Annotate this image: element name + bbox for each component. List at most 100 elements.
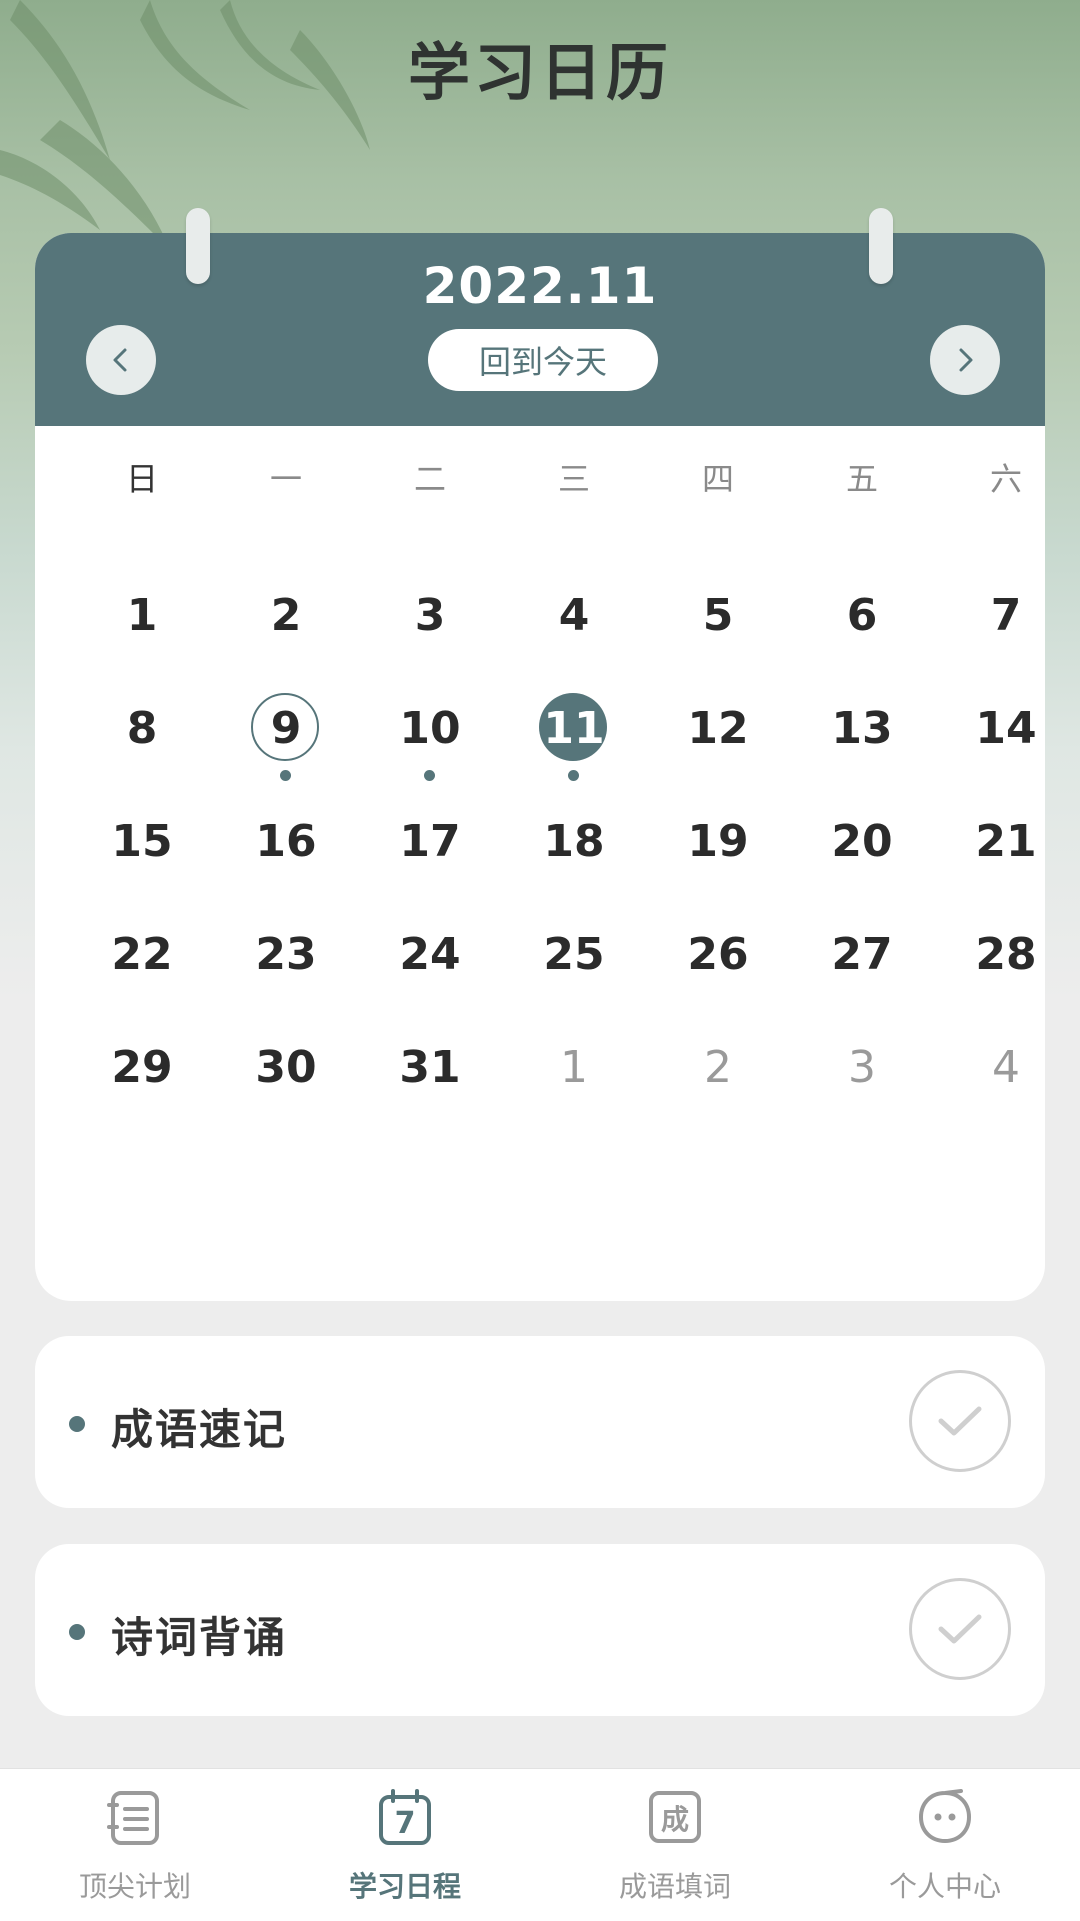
day-number: 17 [399,815,461,867]
task-item[interactable]: 诗词背诵 [35,1544,1045,1716]
day-number: 16 [255,815,317,867]
day-number: 8 [126,702,158,754]
idiom-glyph: 成 [661,1803,689,1836]
task-complete-button[interactable] [909,1578,1011,1680]
calendar-day-outside-month[interactable]: 1 [502,1027,646,1107]
day-number: 21 [975,815,1037,867]
tab-label: 顶尖计划 [78,1870,191,1903]
chevron-left-icon [113,348,127,372]
calendar-day[interactable]: 21 [934,801,1045,881]
bullet-dot [69,1416,85,1432]
calendar-day[interactable]: 26 [646,914,790,994]
calendar-7-icon: 7 [379,1789,431,1845]
day-number: 27 [831,928,893,980]
tab-profile[interactable]: 个人中心 [810,1769,1080,1921]
profile-face-icon [918,1789,972,1844]
calendar-day[interactable]: 29 [70,1027,214,1107]
weekday-label: 四 [701,460,734,498]
day-number: 20 [831,815,893,867]
day-number: 15 [111,815,173,867]
day-number: 10 [399,702,461,754]
calendar-day[interactable]: 3 [358,575,502,655]
calendar-day-outside-month[interactable]: 3 [790,1027,934,1107]
study-record-dot [280,770,291,781]
task-complete-button[interactable] [909,1370,1011,1472]
next-month-button[interactable] [930,325,1000,395]
calendar-day[interactable]: 13 [790,688,934,768]
day-number: 1 [126,589,158,641]
calendar-day-outside-month[interactable]: 2 [646,1027,790,1107]
calendar-card: 2022.11 回到今天 日一二三四五六 1 2 3 4 5 6 7 8 9 10 11 12 13 14… [35,233,1045,1301]
calendar-day-outside-month[interactable]: 4 [934,1027,1045,1107]
day-number: 6 [846,589,878,641]
prev-month-button[interactable] [86,325,156,395]
day-number: 7 [990,589,1022,641]
calendar-day[interactable]: 25 [502,914,646,994]
idiom-cheng-icon: 成 [649,1791,701,1843]
calendar-day[interactable]: 16 [214,801,358,881]
tab-label: 成语填词 [618,1870,731,1903]
weekday-label: 二 [413,460,446,498]
page-title: 学习日历 [407,36,672,109]
calendar-day[interactable]: 18 [502,801,646,881]
day-number: 29 [111,1041,173,1093]
calendar-day[interactable]: 15 [70,801,214,881]
calendar-day[interactable]: 24 [358,914,502,994]
calendar-day[interactable]: 11 [502,688,646,781]
calendar-day[interactable]: 27 [790,914,934,994]
tab-idiom-fill[interactable]: 成 成语填词 [540,1769,810,1921]
day-number: 5 [702,589,734,641]
calendar-day[interactable]: 2 [214,575,358,655]
calendar-day[interactable]: 9 [214,688,358,781]
calendar-day[interactable]: 4 [502,575,646,655]
weekday-label: 三 [557,460,590,498]
calendar-day[interactable]: 30 [214,1027,358,1107]
day-number: 22 [111,928,173,980]
day-number: 31 [399,1041,461,1093]
calendar-day[interactable]: 31 [358,1027,502,1107]
calendar-day[interactable]: 19 [646,801,790,881]
study-record-dot [424,770,435,781]
calendar-day[interactable]: 20 [790,801,934,881]
day-number: 9 [270,702,302,754]
check-icon [938,1614,982,1644]
calendar-day[interactable]: 8 [70,688,214,768]
bottom-tab-bar: 顶尖计划 7 学习日程 成 成语填词 个人中心 [0,1768,1080,1921]
tab-top-plan[interactable]: 顶尖计划 [0,1769,270,1921]
task-item[interactable]: 成语速记 [35,1336,1045,1508]
calendar-day[interactable]: 10 [358,688,502,781]
calendar-day[interactable]: 6 [790,575,934,655]
chevron-right-icon [959,348,973,372]
bullet-dot [69,1624,85,1640]
day-number: 12 [687,702,749,754]
calendar-day[interactable]: 5 [646,575,790,655]
day-number: 13 [831,702,893,754]
day-number: 4 [992,1041,1020,1093]
check-icon [938,1406,982,1436]
calendar-day[interactable]: 7 [934,575,1045,655]
day-number: 18 [543,815,605,867]
day-number: 2 [270,589,302,641]
day-number: 24 [399,928,461,980]
tab-study-schedule[interactable]: 7 学习日程 [270,1769,540,1921]
back-to-today-button[interactable]: 回到今天 [428,329,658,391]
calendar-day[interactable]: 1 [70,575,214,655]
tab-label: 个人中心 [888,1870,1001,1903]
day-number: 4 [558,589,590,641]
day-number: 30 [255,1041,317,1093]
day-number: 14 [975,702,1037,754]
calendar-day[interactable]: 23 [214,914,358,994]
calendar-day[interactable]: 22 [70,914,214,994]
day-number: 2 [704,1041,732,1093]
calendar-glyph: 7 [395,1806,416,1841]
tab-label: 学习日程 [348,1870,461,1903]
day-number: 3 [848,1041,876,1093]
calendar-day[interactable]: 14 [934,688,1045,768]
weekday-label: 一 [269,460,302,498]
task-label: 成语速记 [111,1405,288,1454]
plan-list-icon [107,1791,159,1845]
day-number: 25 [543,928,605,980]
calendar-day[interactable]: 17 [358,801,502,881]
calendar-day[interactable]: 28 [934,914,1045,994]
calendar-day[interactable]: 12 [646,688,790,768]
